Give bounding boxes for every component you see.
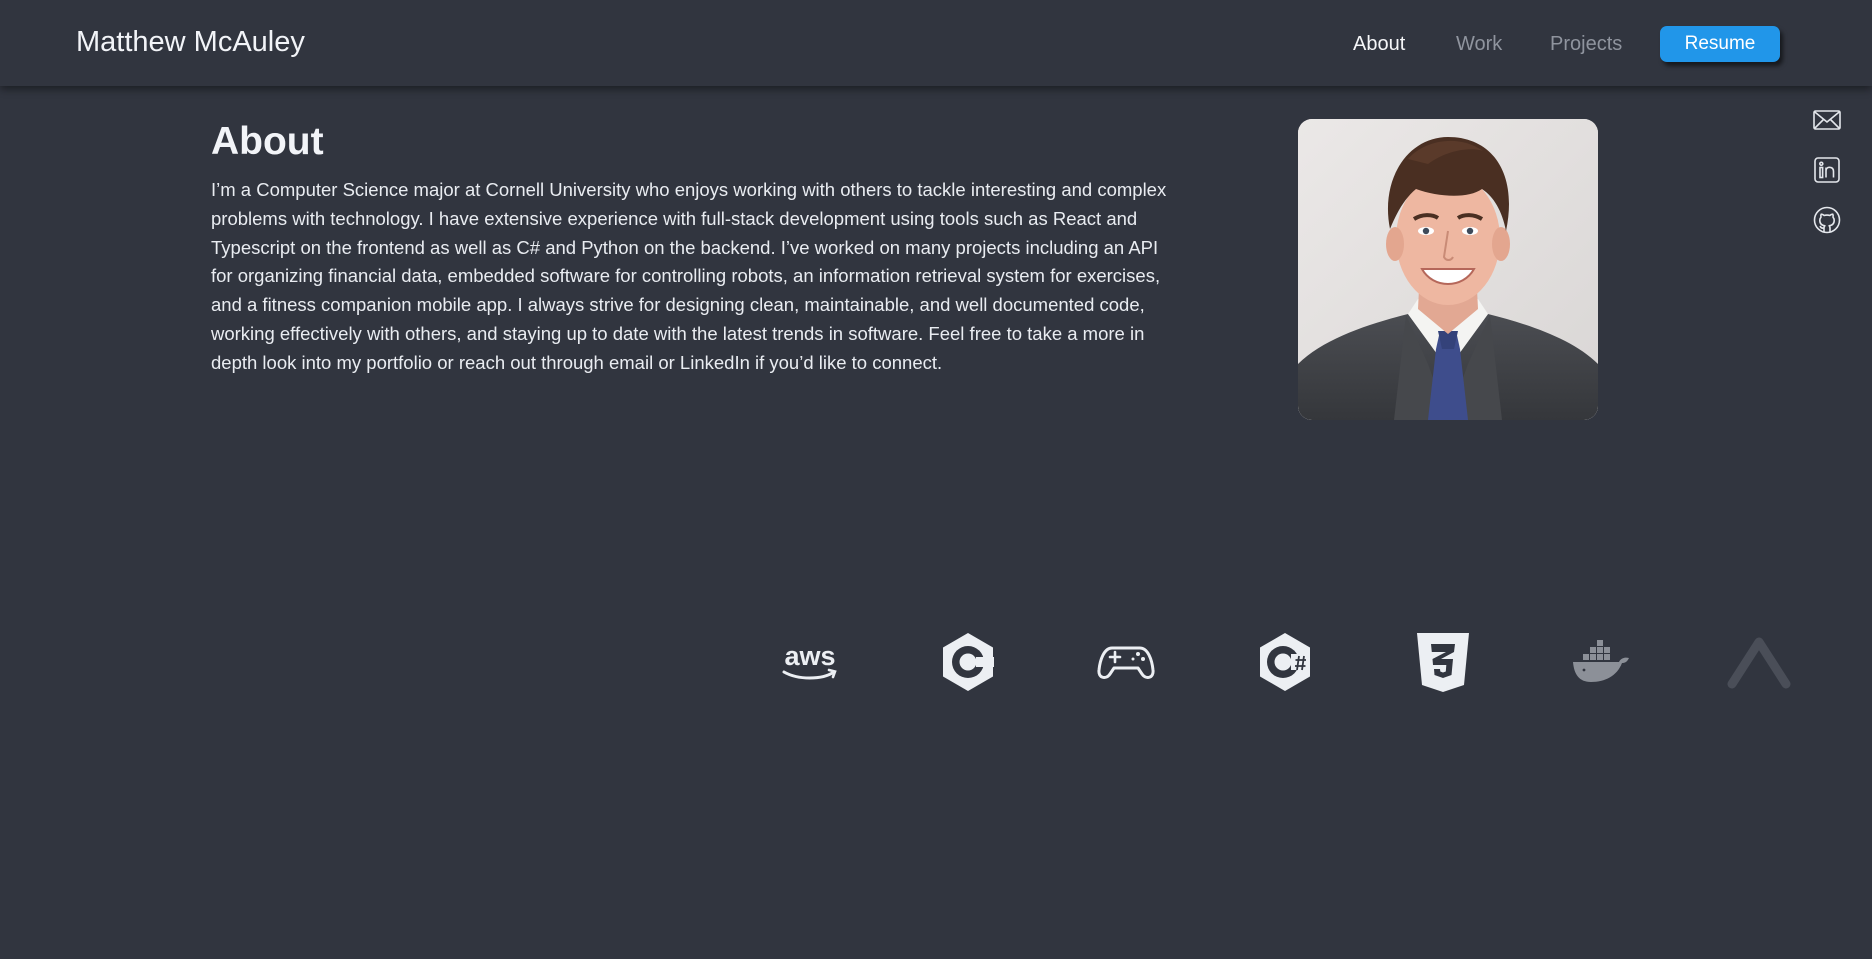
about-paragraph: I’m a Computer Science major at Cornell … bbox=[211, 179, 1167, 373]
tech-logo-strip: aws bbox=[0, 630, 1872, 700]
aws-logo-icon: aws bbox=[778, 630, 842, 694]
site-name-link[interactable]: Matthew McAuley bbox=[76, 26, 305, 59]
caret-up-logo-icon bbox=[1727, 630, 1791, 694]
nav-about-link[interactable]: About bbox=[1353, 33, 1405, 56]
css3-logo-icon bbox=[1411, 630, 1475, 694]
site-header: Matthew McAuley About Work Projects Resu… bbox=[0, 0, 1872, 86]
c-language-logo-icon bbox=[936, 630, 1000, 694]
github-icon[interactable] bbox=[1812, 205, 1842, 235]
docker-logo-icon bbox=[1569, 630, 1633, 694]
linkedin-icon[interactable] bbox=[1812, 155, 1842, 185]
portrait-photo bbox=[1298, 119, 1598, 420]
aws-logo-text: aws bbox=[784, 641, 835, 671]
csharp-logo-icon bbox=[1253, 630, 1317, 694]
social-links bbox=[1812, 105, 1842, 255]
nav-projects-link[interactable]: Projects bbox=[1550, 33, 1622, 56]
resume-button[interactable]: Resume bbox=[1660, 26, 1780, 62]
about-heading: About bbox=[211, 120, 324, 163]
mail-icon[interactable] bbox=[1812, 105, 1842, 135]
nav-work-link[interactable]: Work bbox=[1456, 33, 1502, 56]
gamepad-icon bbox=[1094, 630, 1158, 694]
